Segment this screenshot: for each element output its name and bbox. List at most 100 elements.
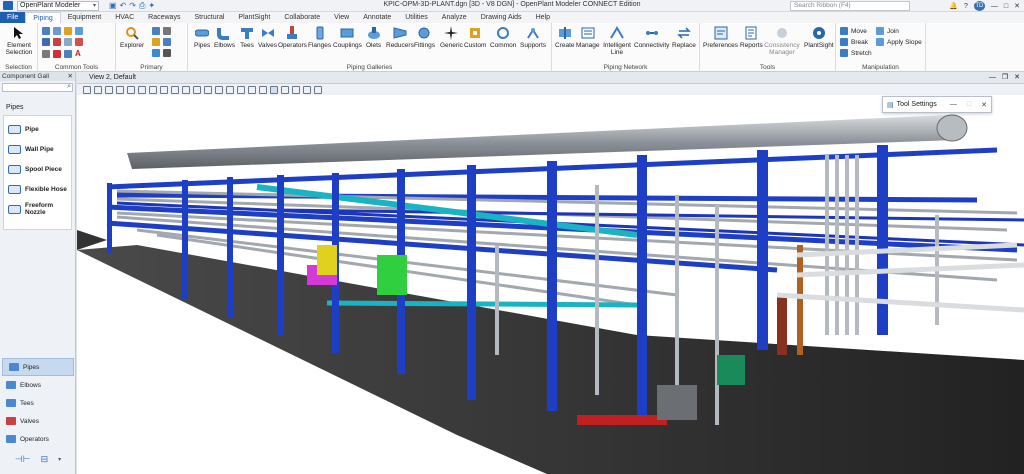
save-icon[interactable]: ▣ [109, 1, 117, 11]
close-icon[interactable]: ✕ [1014, 2, 1020, 10]
create-button[interactable]: Create [555, 26, 575, 49]
component-item-freeform-nozzle[interactable]: Freeform Nozzle [4, 199, 71, 219]
tab-hvac[interactable]: HVAC [108, 12, 141, 23]
apply-slope-button[interactable]: Apply Slope [876, 38, 922, 46]
component-item-flexible-hose[interactable]: Flexible Hose [4, 179, 71, 199]
preferences-button[interactable]: Preferences [703, 26, 738, 49]
update-view-icon[interactable] [116, 85, 124, 94]
top-view-icon[interactable] [303, 85, 311, 94]
maximize-icon[interactable]: □ [1004, 3, 1008, 10]
settings-icon[interactable] [105, 85, 113, 94]
display-style-icon[interactable] [94, 85, 102, 94]
tees-button[interactable]: Tees [240, 26, 254, 49]
print-icon[interactable]: ⎙ [139, 1, 145, 11]
tab-annotate[interactable]: Annotate [356, 12, 398, 23]
view-next-icon[interactable] [204, 85, 212, 94]
nav-item-operators[interactable]: Operators [0, 430, 76, 448]
common-tools-row-3[interactable]: A [42, 49, 81, 58]
tab-drawing-aids[interactable]: Drawing Aids [474, 12, 529, 23]
explorer-button[interactable]: Explorer [120, 26, 144, 49]
pipes-button[interactable]: Pipes [194, 26, 210, 49]
front-view-icon[interactable] [314, 85, 322, 94]
valves-button[interactable]: Valves [258, 26, 277, 49]
common-tools-row-2[interactable] [42, 38, 83, 46]
close-icon[interactable]: ✕ [981, 101, 987, 109]
flanges-button[interactable]: Flanges [308, 26, 331, 49]
walk-icon[interactable] [215, 85, 223, 94]
join-button[interactable]: Join [876, 27, 899, 35]
coupling-icon[interactable]: ⊟ [41, 454, 49, 465]
clip-volume-icon[interactable] [237, 85, 245, 94]
undo-icon[interactable]: ↶ [120, 1, 127, 11]
display-volume-icon[interactable] [259, 85, 267, 94]
rotate-view-icon[interactable] [171, 85, 179, 94]
component-item-pipe[interactable]: Pipe [4, 119, 71, 139]
workspace-dropdown[interactable]: OpenPlant Modeler ▾ [17, 0, 99, 11]
fit-view-icon[interactable] [160, 85, 168, 94]
redo-icon[interactable]: ↷ [129, 1, 136, 11]
toggle-icon[interactable] [270, 85, 278, 94]
view-attributes-icon[interactable] [83, 85, 91, 94]
minimize-icon[interactable]: — [989, 72, 996, 84]
clip-mask-icon[interactable] [248, 85, 256, 94]
primary-row-1[interactable] [152, 27, 171, 35]
pipe-joint-icon[interactable]: ⊣⊢ [15, 454, 31, 465]
tab-raceways[interactable]: Raceways [141, 12, 187, 23]
tab-view[interactable]: View [327, 12, 356, 23]
tab-collaborate[interactable]: Collaborate [277, 12, 327, 23]
avatar[interactable]: TD [973, 1, 985, 11]
camera-icon[interactable] [226, 85, 234, 94]
primary-row-3[interactable] [152, 49, 171, 57]
zoom-out-icon[interactable] [138, 85, 146, 94]
tool-settings-window[interactable]: ▤ Tool Settings — □ ✕ [882, 96, 992, 113]
element-selection-button[interactable]: Element Selection [4, 26, 34, 56]
generic-button[interactable]: Generic [440, 26, 463, 49]
pan-view-icon[interactable] [182, 85, 190, 94]
intelligent-line-button[interactable]: Intelligent Line [603, 26, 631, 56]
view-previous-icon[interactable] [193, 85, 201, 94]
stretch-button[interactable]: Stretch [840, 49, 872, 57]
isometric-icon[interactable] [292, 85, 300, 94]
chevron-down-icon[interactable]: ▾ [58, 456, 61, 463]
restore-icon[interactable]: ❐ [1002, 72, 1008, 84]
tab-structural[interactable]: Structural [187, 12, 231, 23]
replace-button[interactable]: Replace [672, 26, 696, 49]
component-item-spool-piece[interactable]: Spool Piece [4, 159, 71, 179]
view-rotation-icon[interactable] [281, 85, 289, 94]
minimize-icon[interactable]: — [991, 3, 998, 10]
tab-equipment[interactable]: Equipment [61, 12, 108, 23]
bell-icon[interactable]: 🔔 [949, 2, 958, 10]
zoom-in-icon[interactable] [127, 85, 135, 94]
tab-analyze[interactable]: Analyze [435, 12, 474, 23]
tab-file[interactable]: File [0, 12, 26, 23]
fittings-button[interactable]: Fittings [414, 26, 435, 49]
minimize-icon[interactable]: — [950, 101, 957, 109]
break-button[interactable]: Break [840, 38, 868, 46]
close-icon[interactable]: ✕ [1014, 72, 1020, 84]
couplings-button[interactable]: Couplings [333, 26, 362, 49]
nav-item-pipes[interactable]: Pipes [2, 358, 74, 376]
custom-button[interactable]: Custom [464, 26, 486, 49]
connectivity-button[interactable]: Connectivity [634, 26, 669, 49]
nav-item-elbows[interactable]: Elbows [0, 376, 76, 394]
nav-item-tees[interactable]: Tees [0, 394, 76, 412]
tab-help[interactable]: Help [529, 12, 557, 23]
tab-plantsight[interactable]: PlantSight [231, 12, 277, 23]
maximize-icon[interactable]: □ [967, 101, 971, 109]
reports-button[interactable]: Reports [740, 26, 763, 49]
elbows-button[interactable]: Elbows [214, 26, 235, 49]
manage-button[interactable]: Manage [576, 26, 600, 49]
ribbon-search-input[interactable]: Search Ribbon (F4) [790, 1, 910, 11]
move-button[interactable]: Move [840, 27, 867, 35]
primary-row-2[interactable] [152, 38, 171, 46]
olets-button[interactable]: Olets [366, 26, 381, 49]
model-viewport[interactable] [77, 95, 1024, 474]
panel-search-input[interactable]: ⌕ [2, 83, 73, 92]
supports-button[interactable]: Supports [520, 26, 546, 49]
reducers-button[interactable]: Reducers [386, 26, 414, 49]
common-button[interactable]: Common [490, 26, 516, 49]
tab-piping[interactable]: Piping [25, 12, 61, 23]
window-area-icon[interactable] [149, 85, 157, 94]
common-tools-row-1[interactable] [42, 27, 83, 35]
nav-item-valves[interactable]: Valves [0, 412, 76, 430]
